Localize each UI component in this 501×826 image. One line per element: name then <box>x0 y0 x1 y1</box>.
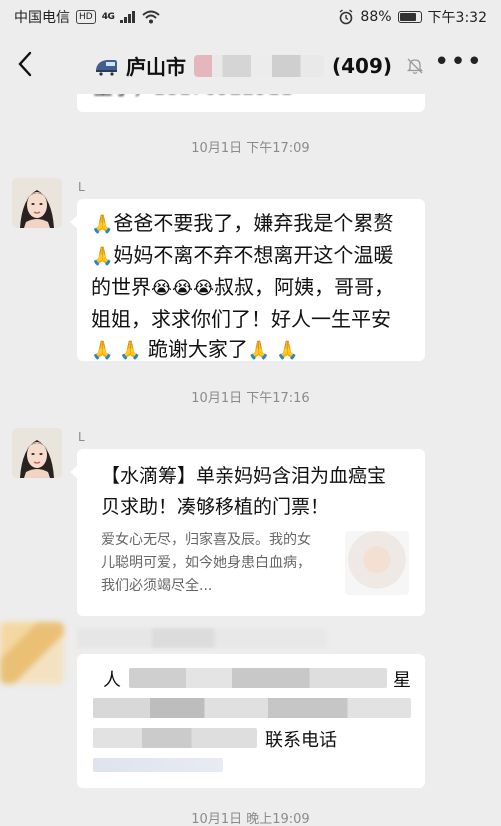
carrier-label: 中国电信 <box>14 10 70 26</box>
sender-name: L <box>78 180 85 194</box>
avatar[interactable] <box>12 178 62 228</box>
battery-icon <box>397 11 422 23</box>
card-description: 爱女心无尽，归家喜及辰。我的女儿聪明可爱，如今她身患白血病，我们必须竭尽全... <box>101 532 311 594</box>
chat-messages[interactable]: 星了，18176922911 10月1日 下午17:09 L 🙏爸爸不要我了，嫌… <box>0 94 501 826</box>
status-bar: 中国电信 HD 4G 88% 下午3:32 <box>0 0 501 34</box>
message-line-text: 的世界 <box>91 275 151 299</box>
signal-icon <box>120 11 136 23</box>
message-bubble[interactable]: 🙏爸爸不要我了，嫌弃我是个累赘 🙏妈妈不离不弃不想离开这个温暖 的世界😭😭😭叔叔… <box>70 199 425 361</box>
message-fragment: 联系电话 <box>265 730 337 751</box>
redaction-block <box>93 728 257 748</box>
redacted-group-name <box>194 54 324 77</box>
network-type-label: 4G <box>101 12 115 22</box>
message-line: 的世界😭😭😭叔叔，阿姨，哥哥， <box>91 272 411 304</box>
pray-icon: 🙏 🙏 <box>91 340 142 361</box>
message-fragment: 人 <box>103 670 121 691</box>
message-line: 🙏妈妈不离不弃不想离开这个温暖 <box>91 240 411 272</box>
alarm-icon <box>339 9 353 25</box>
card-title: 【水滴筹】单亲妈妈含泪为血癌宝贝求助！凑够移植的门票！ <box>101 465 387 518</box>
chat-header: 庐山市 (409) ••• <box>0 34 501 94</box>
hd-badge: HD <box>76 10 96 24</box>
group-name: 庐山市 <box>126 55 186 79</box>
clock-time: 下午3:32 <box>427 10 487 26</box>
message-line-text: 姐姐，求求你们了！好人一生平安 <box>91 307 391 331</box>
redaction-block <box>129 668 387 688</box>
partial-message-text: 星了，18176922911 <box>93 94 293 102</box>
pray-icon: 🙏 <box>91 246 114 267</box>
sender-name: L <box>78 430 85 444</box>
link-card-bubble[interactable]: 【水滴筹】单亲妈妈含泪为血癌宝贝求助！凑够移植的门票！ 爱女心无尽，归家喜及辰。… <box>70 449 425 616</box>
chat-title[interactable]: 庐山市 (409) <box>94 51 424 80</box>
pray-icon: 🙏 <box>91 214 114 235</box>
pray-icon: 🙏 🙏 <box>247 340 299 361</box>
partial-message-bubble[interactable]: 星了，18176922911 <box>77 94 425 112</box>
message-fragment: 星 <box>393 670 411 691</box>
message-line-text: 爸爸不要我了，嫌弃我是个累赘 <box>113 211 394 235</box>
message-text: 🙏爸爸不要我了，嫌弃我是个累赘 🙏妈妈不离不弃不想离开这个温暖 的世界😭😭😭叔叔… <box>77 199 425 375</box>
train-icon <box>96 59 117 76</box>
card-thumbnail <box>345 531 409 595</box>
redaction-block <box>93 758 223 772</box>
message-line: 🙏 🙏 跪谢大家了🙏 🙏 <box>91 334 411 366</box>
avatar-image <box>12 428 62 478</box>
timestamp-3: 10月1日 晚上19:09 <box>191 812 310 826</box>
wifi-icon <box>142 10 161 24</box>
redacted-sender-row <box>77 628 327 648</box>
mute-bell-icon <box>406 58 424 74</box>
more-options-button[interactable]: ••• <box>434 49 483 75</box>
redacted-message-bubble[interactable]: 人 星 联系电话 <box>77 654 425 788</box>
avatar-image <box>12 178 62 228</box>
back-arrow-icon[interactable] <box>14 50 38 78</box>
message-line-text: 妈妈不离不弃不想离开这个温暖 <box>113 243 394 267</box>
timestamp-2: 10月1日 下午17:16 <box>191 391 310 406</box>
message-line-text: 叔叔，阿姨，哥哥， <box>214 275 395 299</box>
avatar[interactable] <box>12 428 62 478</box>
crying-face-icon: 😭😭😭 <box>151 278 215 299</box>
message-line-text: 跪谢大家了 <box>141 337 248 361</box>
timestamp-1: 10月1日 下午17:09 <box>191 141 310 156</box>
redaction-block <box>93 698 411 718</box>
redacted-avatar[interactable] <box>0 622 64 684</box>
battery-percent: 88% <box>360 9 392 25</box>
message-line: 姐姐，求求你们了！好人一生平安 <box>91 304 411 334</box>
message-line: 🙏爸爸不要我了，嫌弃我是个累赘 <box>91 208 411 240</box>
member-count: (409) <box>332 53 393 78</box>
